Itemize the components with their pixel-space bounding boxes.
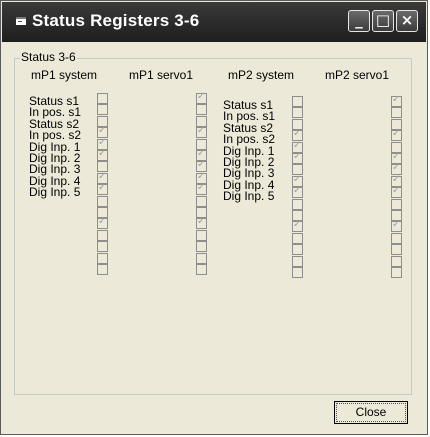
mp2-servo1-checkbox[interactable]	[391, 267, 402, 278]
mp1-system-checkbox[interactable]	[97, 252, 108, 264]
mp2-servo1-checkbox[interactable]	[391, 128, 402, 142]
mp2-system-checkbox[interactable]	[292, 255, 303, 267]
group-label: Status 3-6	[20, 50, 77, 64]
column-header-mp2-servo1: mP2 servo1	[325, 68, 390, 82]
mp1-system-checkbox[interactable]	[97, 229, 108, 241]
close-window-button[interactable]: ×	[396, 10, 418, 32]
mp2-system-row-label: Dig Inp. 5	[223, 189, 275, 204]
mp1-system-checkbox[interactable]	[97, 104, 108, 116]
mp1-system-checkbox[interactable]	[97, 148, 108, 161]
close-button[interactable]: Close	[334, 401, 408, 424]
mp1-servo1-checkbox[interactable]	[196, 252, 207, 264]
mp2-system-checkbox[interactable]	[292, 96, 303, 107]
mp1-servo1-checkbox[interactable]	[196, 216, 207, 230]
title-bar[interactable]: Status Registers 3-6 _ □ ×	[2, 2, 426, 42]
mp2-servo1-checkbox[interactable]	[391, 219, 402, 233]
mp2-servo1-checkbox[interactable]	[391, 232, 402, 244]
mp1-servo1-checkbox[interactable]	[196, 264, 207, 275]
window-title: Status Registers 3-6	[32, 11, 200, 30]
mp2-servo1-checkbox[interactable]	[391, 107, 402, 119]
mp2-servo1-checkbox[interactable]	[391, 244, 402, 256]
mp1-system-checkbox[interactable]	[97, 182, 108, 196]
mp2-system-checkbox[interactable]	[292, 244, 303, 256]
minimize-button[interactable]: _	[348, 10, 370, 32]
mp2-system-checkbox[interactable]	[292, 232, 303, 244]
mp1-servo1-checkbox[interactable]	[196, 91, 207, 104]
mp1-servo1-checkbox[interactable]	[196, 229, 207, 241]
mp2-servo1-checkbox[interactable]	[391, 255, 402, 267]
mp1-servo1-checkbox[interactable]	[196, 104, 207, 116]
mp2-system-checkbox[interactable]	[292, 151, 303, 164]
column-header-mp1-system: mP1 system	[31, 68, 98, 82]
mp1-system-checkbox[interactable]	[97, 241, 108, 253]
mp2-servo1-checkbox[interactable]	[391, 185, 402, 199]
mp2-system-checkbox[interactable]	[292, 185, 303, 199]
mp2-system-checkbox[interactable]	[292, 219, 303, 233]
mp2-system-checkbox[interactable]	[292, 107, 303, 119]
dialog-window: Status Registers 3-6 _ □ × Status 3-6 mP…	[0, 0, 428, 435]
mp2-servo1-checkbox[interactable]	[391, 94, 402, 107]
column-header-mp2-system: mP2 system	[228, 68, 295, 82]
mp1-system-checkbox[interactable]	[97, 216, 108, 230]
maximize-button[interactable]: □	[372, 10, 394, 32]
mp1-system-checkbox[interactable]	[97, 93, 108, 104]
mp1-servo1-checkbox[interactable]	[196, 182, 207, 196]
client-area: Status 3-6 mP1 system mP1 servo1 mP2 sys…	[4, 42, 424, 431]
mp2-servo1-checkbox[interactable]	[391, 198, 402, 210]
mp2-system-checkbox[interactable]	[292, 198, 303, 210]
mp1-servo1-checkbox[interactable]	[196, 241, 207, 253]
mp1-system-row-label: Dig Inp. 5	[29, 185, 81, 200]
close-button-label: Close	[355, 405, 387, 419]
mp1-system-checkbox[interactable]	[97, 195, 108, 207]
mp1-system-checkbox[interactable]	[97, 264, 108, 275]
mp2-system-checkbox[interactable]	[292, 267, 303, 278]
mp1-servo1-checkbox[interactable]	[196, 195, 207, 207]
column-header-mp1-servo1: mP1 servo1	[129, 68, 194, 82]
window-menu-icon[interactable]	[14, 14, 28, 28]
mp1-servo1-checkbox[interactable]	[196, 125, 207, 139]
